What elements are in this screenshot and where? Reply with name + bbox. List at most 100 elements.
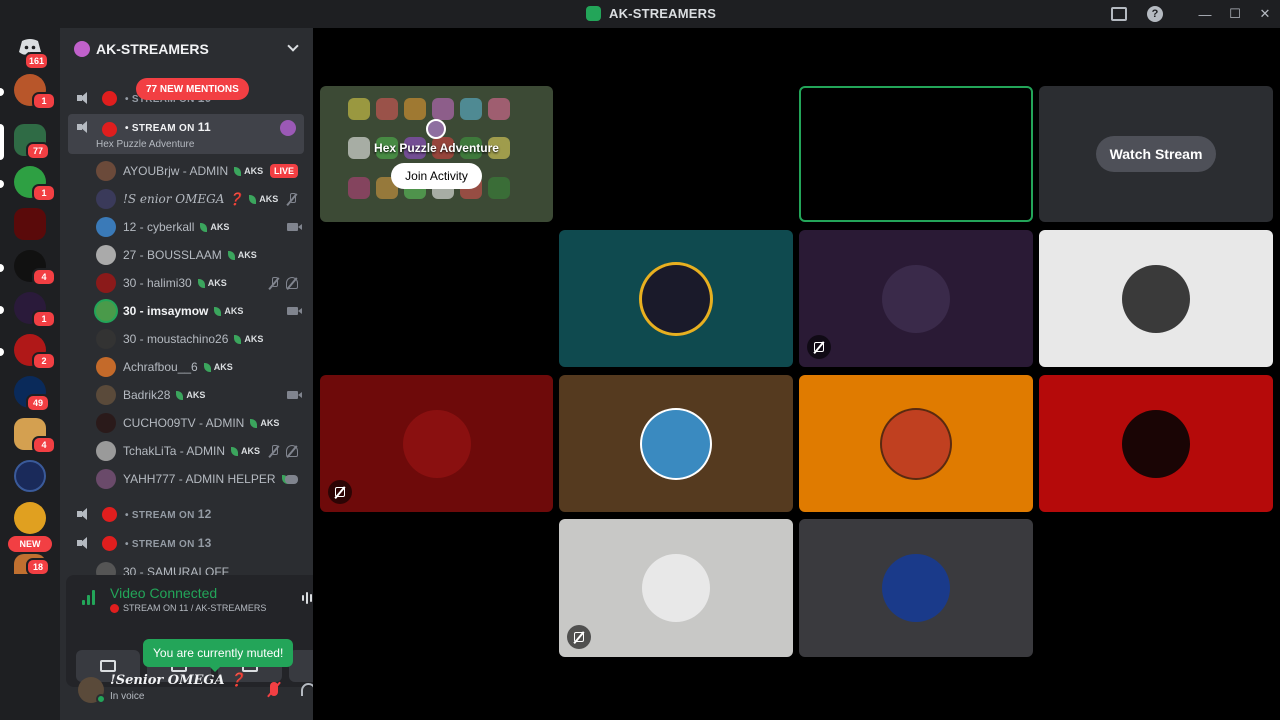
leaf-icon [227,250,235,260]
voice-user[interactable]: AYOUBrjw - ADMIN AKS LIVE [96,159,304,183]
live-badge: LIVE [269,164,298,178]
server-icon[interactable]: 1 [14,292,56,328]
current-user-name: !Senior OMEGA ❓ [110,673,246,688]
clan-tag: AKS [241,446,261,456]
signal-icon [82,589,98,605]
server-badge: 18 [26,558,50,576]
muted-icon [268,445,280,457]
voice-user[interactable]: TchakLiTa - ADMIN AKS [96,439,304,463]
help-button[interactable]: ? [1142,4,1168,24]
deafened-icon [286,445,298,457]
avatar [96,385,116,405]
selected-pill [0,124,4,160]
voice-user[interactable]: Achrafbou__6 AKS [96,355,304,379]
join-activity-button[interactable]: Join Activity [391,163,482,189]
avatar [96,469,116,489]
server-icon[interactable]: 2 [14,334,56,370]
avatar [426,119,447,139]
participant-tile[interactable] [799,230,1033,367]
activity-icon [280,120,296,136]
close-window-button[interactable]: ✕ [1250,0,1280,28]
unread-pill [0,348,4,356]
server-icon[interactable]: 1 [14,166,56,202]
server-icon[interactable]: 1 [14,74,56,110]
server-badge: 4 [32,268,56,286]
maximize-button[interactable]: ☐ [1220,0,1250,28]
channel-activity-status: Hex Puzzle Adventure [96,139,195,150]
voice-user[interactable]: YAHH777 - ADMIN HELPER [96,467,304,491]
user-name: 30 - halimi30 [123,276,192,290]
clan-tag: AKS [260,418,280,428]
new-mentions-pill[interactable]: 77 NEW MENTIONS [136,78,249,100]
voice-user[interactable]: CUCHO09TV - ADMIN AKS [96,411,304,435]
user-status-icons [286,193,298,205]
participant-tile[interactable] [559,375,793,512]
guild-header[interactable]: AK-STREAMERS [60,28,313,70]
voice-user[interactable]: 30 - imsaymow AKS [96,299,304,323]
activity-title: Hex Puzzle Adventure [374,141,499,155]
channel-prefix: STREAM ON [131,123,195,134]
avatar [642,409,710,478]
voice-user[interactable]: 12 - cyberkall AKS [96,215,304,239]
server-icon[interactable]: 18 [14,554,50,576]
deafened-icon [335,487,345,497]
watch-stream-button[interactable]: Watch Stream [1095,136,1217,172]
participant-tile[interactable] [799,375,1033,512]
voice-channel-stream-13[interactable]: • STREAM ON 13 [68,529,304,557]
voice-channel-stream-12[interactable]: • STREAM ON 12 [68,500,304,528]
online-status-icon [96,694,106,704]
leaf-icon [176,390,184,400]
participant-tile[interactable] [1039,375,1273,512]
voice-user[interactable]: 27 - BOUSSLAAM AKS [96,243,304,267]
server-icon[interactable] [14,460,46,492]
server-icon-ak-streamers[interactable]: 77 [14,124,50,160]
discord-home-button[interactable]: 161 [14,34,50,70]
voice-user[interactable]: 30 - halimi30 AKS [96,271,304,295]
camera-icon [287,223,302,231]
participant-tile[interactable] [559,230,793,367]
user-status-icons [287,307,302,315]
channel-emoji-icon [100,504,119,524]
user-name: Achrafbou__6 [123,360,198,374]
server-icon[interactable] [14,208,46,240]
server-badge: 77 [26,142,50,160]
home-badge: 161 [24,52,50,70]
minimize-button[interactable]: — [1190,0,1220,28]
user-name: AYOUBrjw - ADMIN [123,164,229,178]
voice-channel-stream-11[interactable]: • STREAM ON 11 Hex Puzzle Adventure [68,114,304,154]
server-icon[interactable]: 4 [14,418,56,454]
speaker-icon [76,507,90,521]
participant-tile[interactable] [559,519,793,657]
noise-suppression-button[interactable] [302,591,313,605]
voice-user[interactable]: 30 - moustachino26 AKS [96,327,304,351]
clan-tag: AKS [207,278,227,288]
stream-tile[interactable]: Watch Stream [1039,86,1273,222]
avatar [882,409,950,478]
participant-tile[interactable] [320,375,553,512]
avatar [96,161,116,181]
server-icon[interactable] [14,502,46,534]
mute-button[interactable] [264,679,284,699]
game-controller-icon [285,474,298,484]
user-name: CUCHO09TV - ADMIN [123,416,245,430]
muted-icon [286,193,298,205]
server-icon[interactable]: 49 [14,376,50,412]
activity-tile[interactable]: Hex Puzzle Adventure Join Activity [320,86,553,222]
inbox-button[interactable] [1106,4,1132,24]
voice-user[interactable]: !S enior OMEGA ❓ AKS [96,187,304,211]
voice-channel-path[interactable]: STREAM ON 11 / AK-STREAMERS [110,603,266,613]
participant-tile[interactable] [799,519,1033,657]
speaking-video-tile[interactable] [799,86,1033,222]
clan-tag: AKS [186,390,206,400]
participant-tile[interactable] [1039,230,1273,367]
deafen-button[interactable] [298,679,313,699]
channel-emoji-icon [100,533,119,553]
server-icon[interactable]: 4 [14,250,56,286]
voice-user[interactable]: Badrik28 AKS [96,383,304,407]
user-name: 27 - BOUSSLAAM [123,248,222,262]
channel-emoji-icon [100,120,119,139]
user-status-icons [287,223,302,231]
server-badge: 1 [32,92,56,110]
voice-status-title[interactable]: Video Connected [110,585,217,601]
chevron-down-icon [287,40,299,52]
